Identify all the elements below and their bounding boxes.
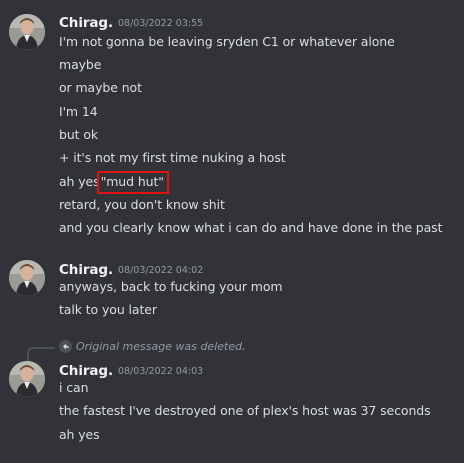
message-timestamp: 08/03/2022 04:03 xyxy=(118,366,204,377)
message-text-line: ah yes"mud hut" xyxy=(59,171,169,194)
author-name[interactable]: Chirag. xyxy=(59,15,113,31)
message-text: ah yes xyxy=(59,174,100,189)
message-text: I'm not gonna be leaving sryden C1 or wh… xyxy=(59,34,395,49)
message-text: ah yes xyxy=(59,427,100,442)
avatar-icon xyxy=(9,361,45,397)
message-text: + it's not my first time nuking a host xyxy=(59,150,286,165)
message-header: Chirag. 08/03/2022 04:02 xyxy=(59,259,204,278)
message-text: i can xyxy=(59,380,89,395)
author-name[interactable]: Chirag. xyxy=(59,363,113,379)
message-header: Chirag. 08/03/2022 03:55 xyxy=(59,12,204,31)
message-header: Chirag. 08/03/2022 04:03 xyxy=(59,360,204,379)
avatar[interactable] xyxy=(9,361,45,397)
message-text: retard, you don't know shit xyxy=(59,197,225,212)
message-text: I'm 14 xyxy=(59,104,98,119)
highlighted-quote: "mud hut" xyxy=(96,171,169,194)
message-text: maybe xyxy=(59,57,102,72)
avatar-icon xyxy=(9,260,45,296)
message-text: the fastest I've destroyed one of plex's… xyxy=(59,403,431,418)
author-name[interactable]: Chirag. xyxy=(59,262,113,278)
message-text: but ok xyxy=(59,127,99,142)
reply-reference-text: Original message was deleted. xyxy=(76,340,246,353)
message-text: anyways, back to fucking your mom xyxy=(59,279,283,294)
avatar[interactable] xyxy=(9,260,45,296)
message-timestamp: 08/03/2022 04:02 xyxy=(118,265,204,276)
message-text: talk to you later xyxy=(59,302,157,317)
avatar[interactable] xyxy=(9,14,45,50)
reply-spine xyxy=(27,347,55,361)
avatar-icon xyxy=(9,14,45,50)
message-text: or maybe not xyxy=(59,80,142,95)
message-timestamp: 08/03/2022 03:55 xyxy=(118,18,204,29)
reply-reference[interactable]: Original message was deleted. xyxy=(59,339,246,356)
message-text: and you clearly know what i can do and h… xyxy=(59,220,443,235)
reply-arrow-icon xyxy=(59,339,72,353)
chat-log: Chirag. 08/03/2022 03:55 I'm not gonna be… xyxy=(0,0,464,463)
